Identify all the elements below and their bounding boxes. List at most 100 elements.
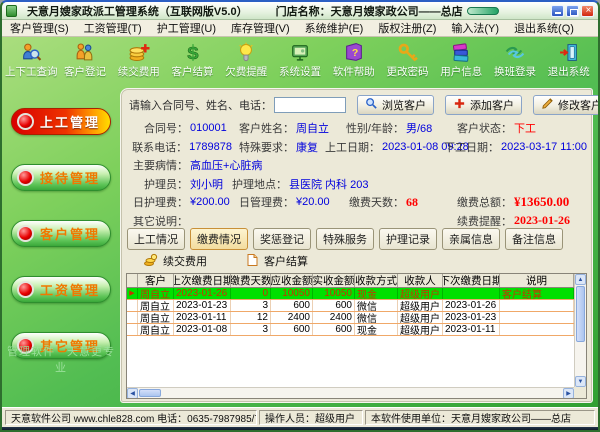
add-customer-button[interactable]: 添加客户 [445, 95, 522, 115]
menu-copyright-register[interactable]: 版权注册(Z) [378, 20, 436, 36]
pay-total-value: ¥13650.00 [514, 194, 569, 210]
customer-register-icon [74, 42, 96, 63]
column-header[interactable]: 应收金额 [271, 274, 313, 287]
tab-remark-info[interactable]: 备注信息 [505, 228, 563, 250]
table-cell: 2400 [313, 312, 355, 323]
table-cell: 微信 [355, 312, 398, 323]
toolbar-customer-register[interactable]: 客户登记 [59, 42, 112, 79]
title-progress-pill [467, 7, 499, 15]
tab-special-service[interactable]: 特殊服务 [316, 228, 374, 250]
search-input[interactable] [274, 97, 346, 113]
status-license: 本软件使用单位：天意月嫂家政公司——总店 [365, 410, 595, 425]
table-cell: 微信 [355, 300, 398, 311]
tab-nursing-record[interactable]: 护理记录 [379, 228, 437, 250]
tab-family-info[interactable]: 亲属信息 [442, 228, 500, 250]
toolbar-customer-settle[interactable]: S 客户结算 [166, 42, 219, 79]
table-row[interactable]: 周自立2023-01-083600600现金超级用户2023-01-11 [127, 324, 574, 336]
menu-salary-mgmt[interactable]: 工资管理(T) [84, 20, 142, 36]
hscroll-thumb[interactable] [139, 389, 161, 397]
column-header[interactable]: 缴费天数 [231, 274, 271, 287]
modify-customer-button[interactable]: 修改客户 [533, 95, 600, 115]
tab-reward-register[interactable]: 奖惩登记 [253, 228, 311, 250]
scroll-left-icon[interactable]: ◀ [127, 388, 138, 399]
customer-settle-action[interactable]: 客户结算 [245, 253, 308, 270]
table-cell: 0 [231, 288, 271, 299]
column-header[interactable]: 实收金额 [313, 274, 355, 287]
status-label: 客户状态： [446, 120, 512, 136]
table-row[interactable]: 周自立2023-01-111224002400微信超级用户2023-01-23 [127, 312, 574, 324]
table-cell: 3 [231, 324, 271, 335]
column-header[interactable]: 上次缴费日期 [174, 274, 231, 287]
toolbar-software-help[interactable]: ? 软件帮助 [327, 42, 380, 79]
svg-text:?: ? [352, 47, 358, 59]
window-bottom-edge [2, 427, 598, 430]
vscroll-thumb[interactable] [576, 286, 585, 342]
sidebar: 上工管理 接待管理 客户管理 工资管理 其它管理管理软件 天意更专业 [2, 83, 120, 407]
scroll-up-icon[interactable]: ▲ [575, 274, 586, 285]
exit-door-icon [558, 42, 580, 63]
pay-days-value: 68 [406, 195, 418, 210]
menu-customer-mgmt[interactable]: 客户管理(S) [10, 20, 69, 36]
toolbar-shift-login[interactable]: 换班登录 [489, 42, 542, 79]
column-header[interactable]: 下次缴费日期 [443, 274, 500, 287]
menu-input-method[interactable]: 输入法(Y) [451, 20, 499, 36]
close-button[interactable] [581, 5, 594, 17]
renew-remind-label: 续费提醒： [446, 213, 512, 229]
table-cell: 周自立 [138, 288, 174, 299]
column-header[interactable]: 收款人 [398, 274, 443, 287]
browse-customer-button[interactable]: 浏览客户 [357, 95, 434, 115]
horizontal-scrollbar[interactable]: ◀ ▶ [127, 387, 574, 398]
sidebar-salary-mgmt[interactable]: 工资管理 [11, 276, 111, 303]
table-cell [443, 288, 500, 299]
end-date-label: 下工日期： [433, 139, 499, 155]
search-label: 请输入合同号、姓名、电话： [129, 97, 272, 113]
scroll-down-icon[interactable]: ▼ [575, 376, 586, 387]
sidebar-work-mgmt[interactable]: 上工管理 [11, 108, 111, 135]
red-sphere-icon [17, 169, 34, 186]
toolbar-work-query[interactable]: 上下工查询 [5, 42, 58, 79]
sidebar-reception-mgmt[interactable]: 接待管理 [11, 164, 111, 191]
table-row[interactable]: ▶周自立2023-01-2601005010050现金超级用户客户结算 [127, 288, 574, 300]
column-header[interactable]: 客户 [138, 274, 174, 287]
pencil-icon [541, 97, 554, 113]
toolbar-arrears-remind[interactable]: 欠费提醒 [220, 42, 273, 79]
toolbar-user-info[interactable]: 用户信息 [435, 42, 488, 79]
sidebar-customer-mgmt[interactable]: 客户管理 [11, 220, 111, 247]
status-company: 天意软件公司 www.chle828.com 电话：0635-7987985/7… [5, 410, 257, 425]
column-header[interactable]: 说明 [500, 274, 574, 287]
menu-nurse-mgmt[interactable]: 护工管理(U) [157, 20, 216, 36]
toolbar-change-password[interactable]: 更改密码 [381, 42, 434, 79]
table-cell: 600 [313, 300, 355, 311]
menu-stock-mgmt[interactable]: 库存管理(V) [231, 20, 290, 36]
menu-system-maintain[interactable]: 系统维护(E) [305, 20, 364, 36]
gender-value: 男/68 [406, 120, 432, 136]
table-cell: 2023-01-08 [174, 324, 231, 335]
coins-icon [144, 253, 158, 270]
menu-bar: 客户管理(S) 工资管理(T) 护工管理(U) 库存管理(V) 系统维护(E) 版权注册(… [2, 20, 598, 37]
vertical-scrollbar[interactable]: ▲ ▼ [574, 274, 586, 387]
maximize-button[interactable] [566, 5, 579, 17]
table-row[interactable]: 周自立2023-01-233600600微信超级用户2023-01-26 [127, 300, 574, 312]
row-indicator: ▶ [127, 288, 138, 299]
table-cell: 2023-01-26 [443, 300, 500, 311]
renew-fee-action[interactable]: 续交费用 [144, 253, 207, 270]
toolbar-renew-fee[interactable]: 续交费用 [112, 42, 165, 79]
table-cell [500, 324, 574, 335]
minimize-button[interactable] [551, 5, 564, 17]
tab-payment-status[interactable]: 缴费情况 [190, 228, 248, 250]
table-cell: 600 [271, 324, 313, 335]
window-controls [551, 5, 594, 17]
toolbar-system-settings[interactable]: 系统设置 [274, 42, 327, 79]
disease-value: 高血压+心脏病 [190, 157, 262, 173]
table-cell: 3 [231, 300, 271, 311]
tab-work-status[interactable]: 上工情况 [127, 228, 185, 250]
column-header[interactable]: 收款方式 [355, 274, 398, 287]
row-indicator-header [127, 274, 138, 287]
status-bar: 天意软件公司 www.chle828.com 电话：0635-7987985/7… [2, 407, 598, 427]
table-cell: 客户结算 [500, 288, 574, 299]
table-cell [500, 312, 574, 323]
toolbar-exit-system[interactable]: 退出系统 [542, 42, 595, 79]
menu-exit-system[interactable]: 退出系统(Q) [514, 20, 574, 36]
disease-label: 主要病情： [126, 157, 188, 173]
scroll-right-icon[interactable]: ▶ [563, 388, 574, 399]
